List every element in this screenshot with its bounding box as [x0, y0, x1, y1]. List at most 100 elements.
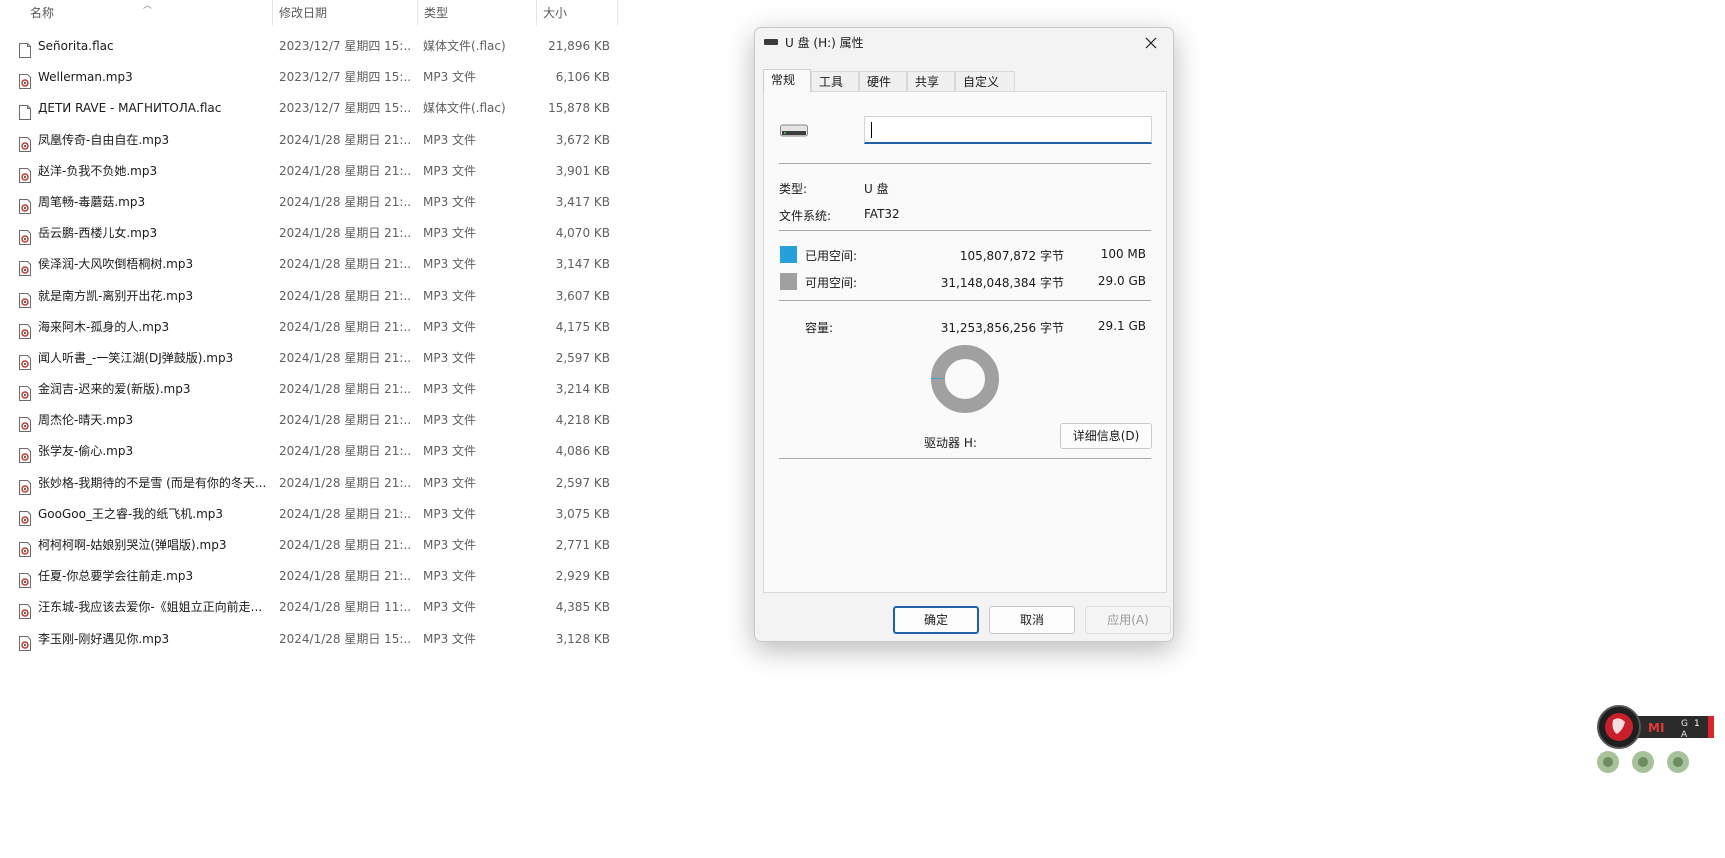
- svg-text:1: 1: [1694, 719, 1700, 729]
- type-value: U 盘: [864, 182, 889, 196]
- file-row[interactable]: Wellerman.mp3 2023/12/7 星期四 15:... MP3 文…: [0, 62, 620, 93]
- mp3-file-icon: [19, 413, 31, 433]
- column-header-bar: 名称 ︿ 修改日期 类型 大小: [0, 0, 620, 26]
- tab-tools[interactable]: 工具: [811, 71, 859, 91]
- flac-file-icon: [19, 101, 31, 121]
- file-name: 岳云鹏-西楼儿女.mp3: [38, 226, 158, 241]
- used-space-size: 100 MB: [1100, 247, 1146, 261]
- file-size: 3,417 KB: [555, 194, 610, 209]
- file-type: MP3 文件: [423, 506, 477, 521]
- file-date: 2024/1/28 星期日 11:...: [279, 600, 411, 615]
- file-date: 2023/12/7 星期四 15:...: [279, 70, 411, 85]
- file-size: 4,086 KB: [555, 444, 610, 459]
- usb-drive-icon: [764, 39, 778, 45]
- file-name: 周笔畅-毒蘑菇.mp3: [38, 194, 146, 209]
- flac-file-icon: [19, 39, 31, 58]
- column-header-size[interactable]: 大小: [537, 0, 617, 26]
- column-divider[interactable]: [617, 0, 618, 26]
- file-type: MP3 文件: [423, 319, 477, 334]
- volume-name-input[interactable]: [864, 116, 1152, 144]
- gaming-mouse-widget-icon: MI G 1 A: [1597, 705, 1714, 773]
- file-row[interactable]: 岳云鹏-西楼儿女.mp3 2024/1/28 星期日 21:... MP3 文件…: [0, 218, 620, 249]
- disk-usage-donut: [931, 345, 999, 413]
- file-size: 4,385 KB: [555, 600, 610, 615]
- general-panel: 类型: U 盘 文件系统: FAT32 已用空间: 105,807,872 字节…: [763, 91, 1167, 593]
- tray-widget[interactable]: MI G 1 A: [1596, 702, 1716, 782]
- cancel-button[interactable]: 取消: [989, 606, 1075, 634]
- tab-sharing[interactable]: 共享: [907, 71, 955, 91]
- file-row[interactable]: 李玉刚-刚好遇见你.mp3 2024/1/28 星期日 15:... MP3 文…: [0, 624, 620, 655]
- mp3-file-icon: [19, 569, 31, 589]
- file-row[interactable]: 汪东城-我应该去爱你-《姐姐立正向前走... 2024/1/28 星期日 11:…: [0, 592, 620, 623]
- file-row[interactable]: 任夏-你总要学会往前走.mp3 2024/1/28 星期日 21:... MP3…: [0, 561, 620, 592]
- file-row[interactable]: 闻人听書_-一笑江湖(DJ弹鼓版).mp3 2024/1/28 星期日 21:.…: [0, 343, 620, 374]
- file-row[interactable]: GooGoo_王之睿-我的纸飞机.mp3 2024/1/28 星期日 21:..…: [0, 499, 620, 530]
- tab-customize[interactable]: 自定义: [955, 71, 1015, 91]
- file-size: 15,878 KB: [548, 101, 610, 116]
- file-name: 就是南方凯-离别开出花.mp3: [38, 288, 194, 303]
- mp3-file-icon: [19, 507, 31, 526]
- file-type: MP3 文件: [423, 382, 477, 397]
- file-type: MP3 文件: [423, 257, 477, 272]
- used-space-swatch: [780, 246, 797, 263]
- dialog-titlebar[interactable]: U 盘 (H:) 属性: [755, 28, 1173, 58]
- file-row[interactable]: 周笔畅-毒蘑菇.mp3 2024/1/28 星期日 21:... MP3 文件 …: [0, 187, 620, 218]
- file-date: 2024/1/28 星期日 21:...: [279, 506, 411, 521]
- close-button[interactable]: [1137, 30, 1165, 56]
- file-date: 2024/1/28 星期日 21:...: [279, 319, 411, 334]
- file-name: 金润吉-迟来的爱(新版).mp3: [38, 382, 191, 397]
- mp3-file-icon: [19, 164, 31, 183]
- file-date: 2024/1/28 星期日 21:...: [279, 163, 411, 178]
- tab-hardware[interactable]: 硬件: [859, 71, 907, 91]
- file-row[interactable]: Señorita.flac 2023/12/7 星期四 15:... 媒体文件(…: [0, 31, 620, 62]
- svg-text:G: G: [1681, 719, 1688, 729]
- file-row[interactable]: 侯泽润-大风吹倒梧桐树.mp3 2024/1/28 星期日 21:... MP3…: [0, 249, 620, 280]
- free-space-swatch: [780, 273, 797, 290]
- file-size: 3,901 KB: [555, 163, 610, 178]
- file-row[interactable]: 就是南方凯-离别开出花.mp3 2024/1/28 星期日 21:... MP3…: [0, 281, 620, 312]
- file-row[interactable]: ДЕТИ RAVE - МАГНИТОЛА.flac 2023/12/7 星期四…: [0, 93, 620, 124]
- file-date: 2024/1/28 星期日 21:...: [279, 475, 411, 490]
- file-size: 3,128 KB: [555, 631, 610, 646]
- file-size: 4,070 KB: [555, 226, 610, 241]
- capacity-bytes: 31,253,856,256 字节: [940, 321, 1064, 335]
- mp3-file-icon: [19, 133, 31, 152]
- ok-button[interactable]: 确定: [893, 606, 979, 634]
- file-size: 3,214 KB: [555, 382, 610, 397]
- free-space-ring: [931, 345, 999, 413]
- file-row[interactable]: 周杰伦-晴天.mp3 2024/1/28 星期日 21:... MP3 文件 4…: [0, 405, 620, 436]
- file-name: 海来阿木-孤身的人.mp3: [38, 319, 170, 334]
- file-row[interactable]: 赵洋-负我不负她.mp3 2024/1/28 星期日 21:... MP3 文件…: [0, 156, 620, 187]
- file-row[interactable]: 张学友-偷心.mp3 2024/1/28 星期日 21:... MP3 文件 4…: [0, 436, 620, 467]
- file-type: 媒体文件(.flac): [423, 39, 506, 53]
- column-header-type[interactable]: 类型: [418, 0, 536, 26]
- file-name: 赵洋-负我不负她.mp3: [38, 163, 158, 178]
- file-row[interactable]: 凤凰传奇-自由自在.mp3 2024/1/28 星期日 21:... MP3 文…: [0, 125, 620, 156]
- file-row[interactable]: 张妙格-我期待的不是雪 (而是有你的冬天... 2024/1/28 星期日 21…: [0, 468, 620, 499]
- file-date: 2024/1/28 星期日 21:...: [279, 132, 411, 147]
- mp3-file-icon: [19, 632, 31, 651]
- close-icon: [1145, 37, 1157, 49]
- file-name: 周杰伦-晴天.mp3: [38, 413, 134, 428]
- file-row[interactable]: 海来阿木-孤身的人.mp3 2024/1/28 星期日 21:... MP3 文…: [0, 312, 620, 343]
- file-size: 4,175 KB: [555, 319, 610, 334]
- column-header-date[interactable]: 修改日期: [273, 0, 417, 26]
- tab-general[interactable]: 常规: [763, 69, 811, 92]
- file-name: ДЕТИ RAVE - МАГНИТОЛА.flac: [38, 101, 222, 116]
- file-name: Señorita.flac: [38, 39, 114, 53]
- details-button[interactable]: 详细信息(D): [1060, 423, 1152, 449]
- file-type: MP3 文件: [423, 600, 477, 615]
- mp3-file-icon: [19, 600, 31, 620]
- capacity-label: 容量:: [805, 321, 834, 335]
- text-caret: [871, 122, 872, 138]
- capacity-size: 29.1 GB: [1097, 319, 1146, 333]
- drive-icon: [780, 124, 808, 137]
- file-name: 李玉刚-刚好遇见你.mp3: [38, 631, 170, 646]
- file-row[interactable]: 金润吉-迟来的爱(新版).mp3 2024/1/28 星期日 21:... MP…: [0, 374, 620, 405]
- mp3-file-icon: [19, 351, 31, 370]
- divider: [779, 230, 1151, 231]
- mp3-file-icon: [19, 476, 31, 495]
- file-date: 2024/1/28 星期日 21:...: [279, 226, 411, 241]
- file-type: MP3 文件: [423, 350, 477, 365]
- file-row[interactable]: 柯柯柯啊-姑娘别哭泣(弹唱版).mp3 2024/1/28 星期日 21:...…: [0, 530, 620, 561]
